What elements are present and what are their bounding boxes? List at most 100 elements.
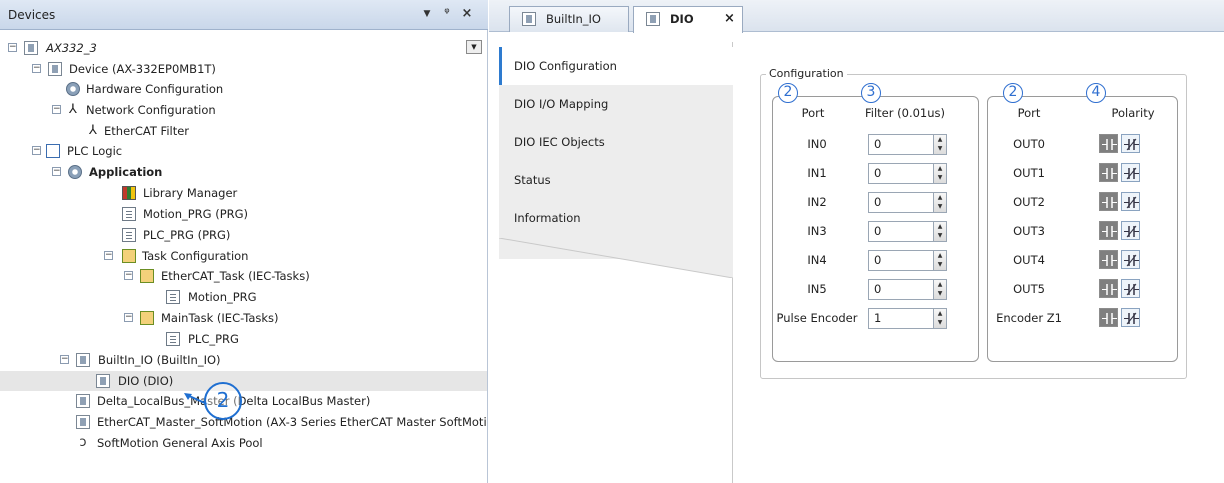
collapse-icon[interactable]: − xyxy=(60,355,69,364)
tree-node-ax332[interactable]: − AX332_3 xyxy=(8,38,448,58)
spin-arrows-icon[interactable]: ▲ ▼ xyxy=(933,251,946,270)
collapse-icon[interactable]: − xyxy=(104,251,113,260)
collapse-icon[interactable]: − xyxy=(124,271,133,280)
filter-value[interactable]: 1 xyxy=(874,311,881,325)
collapse-icon[interactable]: − xyxy=(32,146,41,155)
spin-arrows-icon[interactable]: ▲ ▼ xyxy=(933,309,946,328)
tree-node-plc-logic[interactable]: − PLC Logic xyxy=(32,141,412,161)
tree-node-builtin-io[interactable]: − BuiltIn_IO (BuiltIn_IO) xyxy=(60,350,440,370)
port-label-out5: OUT5 xyxy=(1013,282,1045,296)
polarity-inverted-icon[interactable] xyxy=(1121,250,1140,269)
polarity-inverted-icon[interactable] xyxy=(1121,279,1140,298)
tree-node-axis-pool[interactable]: ↄ SoftMotion General Axis Pool xyxy=(76,433,476,453)
nav-information[interactable]: Information xyxy=(499,199,733,241)
tree-node-network-configuration[interactable]: − ⅄ Network Configuration xyxy=(52,100,432,120)
panel-close-icon[interactable]: × xyxy=(460,6,474,21)
collapse-icon[interactable]: − xyxy=(8,43,17,52)
panel-dropdown-icon[interactable]: ▼ xyxy=(420,9,434,19)
spin-arrows-icon[interactable]: ▲ ▼ xyxy=(933,222,946,241)
dio-side-navigation: DIO Configuration DIO I/O Mapping DIO IE… xyxy=(499,42,733,483)
port-label-out1: OUT1 xyxy=(1013,166,1045,180)
polarity-normal-icon[interactable] xyxy=(1099,192,1118,211)
polarity-normal-icon[interactable] xyxy=(1099,221,1118,240)
tree-node-application[interactable]: − Application xyxy=(52,162,432,182)
tree-node-maintask[interactable]: − MainTask (IEC-Tasks) xyxy=(124,308,424,328)
tree-node-plc-prg-call[interactable]: PLC_PRG xyxy=(166,329,446,349)
spin-arrows-icon[interactable]: ▲ ▼ xyxy=(933,280,946,299)
tree-label: EtherCAT_Task (IEC-Tasks) xyxy=(161,269,310,283)
port-column-header: Port xyxy=(801,106,825,120)
application-icon xyxy=(68,165,82,179)
port-label-encoder-z1: Encoder Z1 xyxy=(996,311,1062,325)
tree-node-ethercat-task[interactable]: − EtherCAT_Task (IEC-Tasks) xyxy=(124,266,424,286)
polarity-normal-icon[interactable] xyxy=(1099,134,1118,153)
nav-dio-configuration[interactable]: DIO Configuration xyxy=(499,47,733,85)
spin-arrows-icon[interactable]: ▲ ▼ xyxy=(933,164,946,183)
polarity-normal-icon[interactable] xyxy=(1099,279,1118,298)
tree-label: PLC Logic xyxy=(67,144,123,158)
polarity-inverted-icon[interactable] xyxy=(1121,134,1140,153)
polarity-inverted-icon[interactable] xyxy=(1121,221,1140,240)
tab-builtin-io[interactable]: BuiltIn_IO xyxy=(509,6,629,32)
port-label-out2: OUT2 xyxy=(1013,195,1045,209)
close-tab-icon[interactable]: × xyxy=(724,7,735,31)
nav-dio-iec-objects[interactable]: DIO IEC Objects xyxy=(499,123,733,161)
device-icon xyxy=(96,374,110,388)
filter-stepper-in5[interactable]: 0 ▲ ▼ xyxy=(868,279,947,300)
polarity-inverted-icon[interactable] xyxy=(1121,163,1140,182)
tree-node-task-configuration[interactable]: − Task Configuration xyxy=(104,246,404,266)
filter-stepper-in0[interactable]: 0 ▲ ▼ xyxy=(868,134,947,155)
filter-value[interactable]: 0 xyxy=(874,224,881,238)
tree-node-ethercat-filter[interactable]: ⅄ EtherCAT Filter xyxy=(86,121,466,141)
device-icon xyxy=(76,415,90,429)
collapse-icon[interactable]: − xyxy=(124,313,133,322)
filter-stepper-in4[interactable]: 0 ▲ ▼ xyxy=(868,250,947,271)
polarity-column-header: Polarity xyxy=(1111,106,1155,120)
tree-node-library-manager[interactable]: Library Manager xyxy=(122,183,422,203)
collapse-icon[interactable]: − xyxy=(32,64,41,73)
spin-arrows-icon[interactable]: ▲ ▼ xyxy=(933,135,946,154)
filter-stepper-in3[interactable]: 0 ▲ ▼ xyxy=(868,221,947,242)
polarity-normal-icon[interactable] xyxy=(1099,163,1118,182)
collapse-icon[interactable]: − xyxy=(52,105,61,114)
program-icon xyxy=(122,207,136,221)
nav-dio-io-mapping[interactable]: DIO I/O Mapping xyxy=(499,85,733,123)
polarity-inverted-icon[interactable] xyxy=(1121,192,1140,211)
tab-dio[interactable]: DIO × xyxy=(633,6,743,33)
polarity-normal-icon[interactable] xyxy=(1099,250,1118,269)
filter-value[interactable]: 0 xyxy=(874,166,881,180)
tree-node-motion-prg-call[interactable]: Motion_PRG xyxy=(166,287,446,307)
tree-node-motion-prg[interactable]: Motion_PRG (PRG) xyxy=(122,204,422,224)
port-label-in0: IN0 xyxy=(807,137,827,151)
filter-stepper-in2[interactable]: 0 ▲ ▼ xyxy=(868,192,947,213)
port-label-in2: IN2 xyxy=(807,195,827,209)
panel-pin-icon[interactable]: ᵠ xyxy=(440,6,454,21)
tree-node-device[interactable]: − Device (AX-332EP0MB1T) xyxy=(32,59,432,79)
tree-node-hardware-configuration[interactable]: Hardware Configuration xyxy=(66,79,446,99)
tree-node-localbus-master[interactable]: Delta_LocalBus_Master (Delta LocalBus Ma… xyxy=(76,391,486,411)
filter-stepper-pulse-encoder[interactable]: 1 ▲ ▼ xyxy=(868,308,947,329)
tree-node-plc-prg[interactable]: PLC_PRG (PRG) xyxy=(122,225,422,245)
callout-2-marker: 2 xyxy=(778,83,798,103)
tree-label: BuiltIn_IO (BuiltIn_IO) xyxy=(98,353,221,367)
callout-2-marker: 2 xyxy=(204,382,242,420)
tree-label: Application xyxy=(89,165,163,179)
tree-label: Network Configuration xyxy=(86,103,216,117)
port-label-out4: OUT4 xyxy=(1013,253,1045,267)
filter-value[interactable]: 0 xyxy=(874,137,881,151)
filter-value[interactable]: 0 xyxy=(874,282,881,296)
spin-arrows-icon[interactable]: ▲ ▼ xyxy=(933,193,946,212)
tree-node-ethercat-master[interactable]: EtherCAT_Master_SoftMotion (AX-3 Series … xyxy=(76,412,486,432)
collapse-icon[interactable]: − xyxy=(52,167,61,176)
port-label-out0: OUT0 xyxy=(1013,137,1045,151)
polarity-inverted-icon[interactable] xyxy=(1121,308,1140,327)
polarity-normal-icon[interactable] xyxy=(1099,308,1118,327)
port-column-header: Port xyxy=(1017,106,1041,120)
tree-label: Library Manager xyxy=(143,186,238,200)
filter-value[interactable]: 0 xyxy=(874,253,881,267)
tree-node-dio[interactable]: DIO (DIO) xyxy=(0,371,487,391)
filter-stepper-in1[interactable]: 0 ▲ ▼ xyxy=(868,163,947,184)
program-call-icon xyxy=(166,332,180,346)
nav-status[interactable]: Status xyxy=(499,161,733,199)
filter-value[interactable]: 0 xyxy=(874,195,881,209)
